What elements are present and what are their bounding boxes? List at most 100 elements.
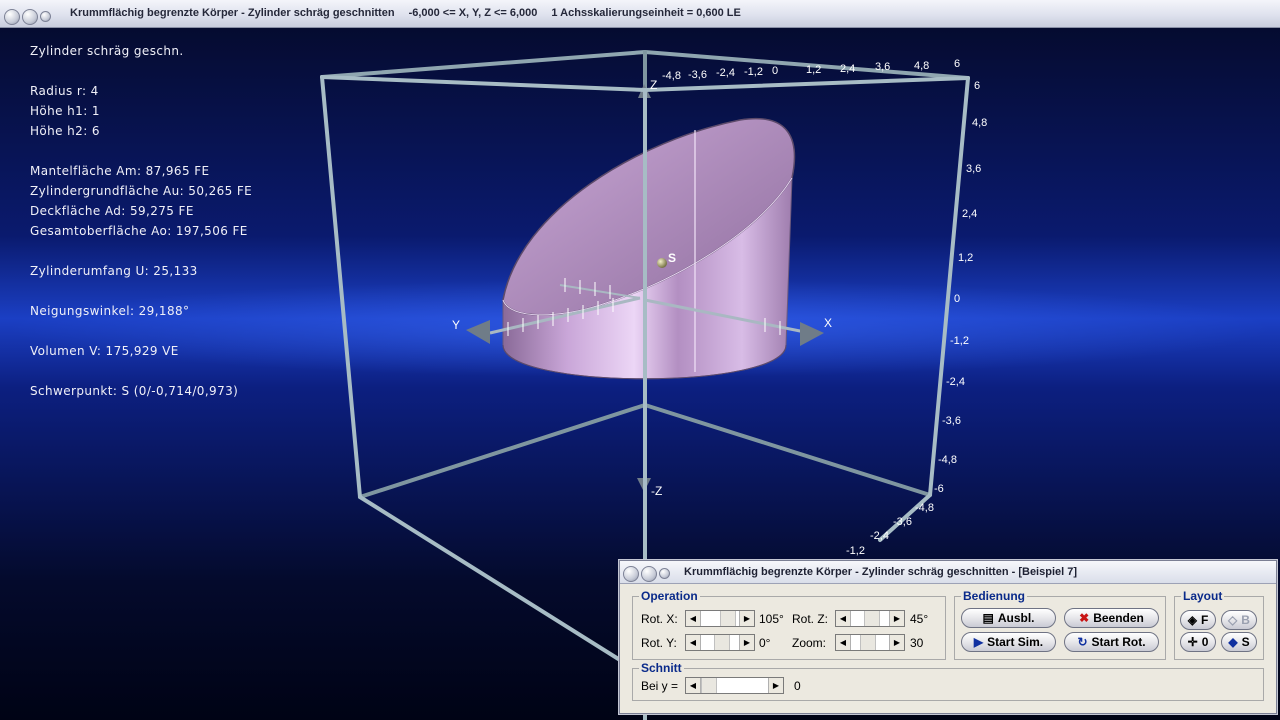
rot-z-slider[interactable]: ◀ ▶ (835, 610, 905, 627)
tick-label: -2,4 (870, 530, 889, 542)
control-dialog[interactable]: Krummflächig begrenzte Körper - Zylinder… (619, 560, 1277, 714)
tick-label: -1,2 (846, 545, 865, 557)
z-axis-label: Z (650, 78, 657, 92)
slider-thumb[interactable] (714, 635, 730, 650)
arrow-left-icon[interactable]: ◀ (686, 678, 701, 693)
hide-icon: ▤ (982, 611, 994, 625)
arrow-right-icon[interactable]: ▶ (889, 635, 904, 650)
slider-thumb[interactable] (864, 611, 880, 626)
rot-x-slider[interactable]: ◀ ▶ (685, 610, 755, 627)
info-gesamt: Gesamtoberfläche Ao: 197,506 FE (30, 224, 248, 238)
centroid-point (657, 258, 667, 268)
slider-thumb[interactable] (720, 611, 736, 626)
window-range: -6,000 <= X, Y, Z <= 6,000 (408, 7, 538, 19)
tick-label: -2,4 (946, 376, 965, 388)
dialog-minimize-icon[interactable] (641, 565, 657, 582)
tick-label: -1,2 (950, 335, 969, 347)
arrow-right-icon[interactable]: ▶ (739, 635, 754, 650)
info-neigung: Neigungswinkel: 29,188° (30, 304, 190, 318)
arrow-right-icon[interactable]: ▶ (768, 678, 783, 693)
schnitt-label: Bei y = (641, 679, 679, 693)
tick-label: -3,6 (942, 415, 961, 427)
rot-z-value: 45° (910, 612, 929, 626)
start-rot-button[interactable]: ↻ Start Rot. (1064, 632, 1159, 652)
arrow-left-icon[interactable]: ◀ (686, 635, 701, 650)
y-axis-arrow (466, 320, 490, 344)
tick-label: 1,2 (806, 64, 821, 76)
oblique-cylinder (502, 117, 796, 380)
tick-label: 1,2 (958, 252, 973, 264)
arrow-left-icon[interactable]: ◀ (686, 611, 701, 626)
layout-legend: Layout (1183, 589, 1223, 603)
dialog-maximize-icon[interactable] (659, 568, 670, 580)
fill-icon: ◈ (1187, 613, 1197, 627)
operation-legend: Operation (641, 589, 698, 603)
rot-y-label: Rot. Y: (641, 636, 677, 650)
schnitt-legend: Schnitt (641, 661, 682, 675)
tick-label: 0 (772, 65, 778, 77)
tick-label: 2,4 (840, 63, 855, 75)
arrow-right-icon[interactable]: ▶ (889, 611, 904, 626)
tick-label: 2,4 (962, 208, 977, 220)
info-heading: Zylinder schräg geschn. (30, 44, 184, 58)
layout-b-button[interactable]: ◇ B (1221, 610, 1257, 630)
slider-thumb[interactable] (701, 678, 717, 693)
window-titlebar[interactable]: Krummflächig begrenzte Körper - Zylinder… (0, 0, 1280, 28)
dialog-menu-icon[interactable] (623, 565, 639, 582)
tick-label: -4,8 (662, 70, 681, 82)
start-sim-button[interactable]: ▶ Start Sim. (961, 632, 1056, 652)
tick-label: 3,6 (966, 163, 981, 175)
arrow-right-icon[interactable]: ▶ (739, 611, 754, 626)
tick-label: -4,8 (938, 454, 957, 466)
layout-o-button[interactable]: ✛ 0 (1180, 632, 1216, 652)
window-controls (4, 6, 53, 25)
layout-f-button[interactable]: ◈ F (1180, 610, 1216, 630)
x-axis-label: X (824, 316, 832, 330)
play-icon: ▶ (973, 635, 984, 649)
tick-label: -3,6 (893, 516, 912, 528)
info-radius: Radius r: 4 (30, 84, 99, 98)
tick-label: 0 (954, 293, 960, 305)
brush-icon: ◇ (1228, 613, 1238, 627)
y-axis-label: Y (452, 318, 460, 332)
tick-label: -1,2 (744, 66, 763, 78)
rot-y-slider[interactable]: ◀ ▶ (685, 634, 755, 651)
zoom-slider[interactable]: ◀ ▶ (835, 634, 905, 651)
zoom-label: Zoom: (792, 636, 827, 650)
crosshair-icon: ✛ (1187, 635, 1198, 649)
tick-label: -6 (934, 483, 944, 495)
info-mantel: Mantelfläche Am: 87,965 FE (30, 164, 210, 178)
tick-label: 6 (974, 80, 980, 92)
close-icon: ✖ (1079, 611, 1090, 625)
bedienung-legend: Bedienung (963, 589, 1025, 603)
x-axis-arrow (800, 322, 824, 346)
rot-y-value: 0° (759, 636, 771, 650)
negz-axis-label: -Z (651, 484, 662, 498)
dialog-controls (623, 565, 672, 583)
dialog-titlebar[interactable]: Krummflächig begrenzte Körper - Zylinder… (620, 561, 1276, 584)
layout-s-button[interactable]: ◆ S (1221, 632, 1257, 652)
info-volumen: Volumen V: 175,929 VE (30, 344, 179, 358)
tick-label: 3,6 (875, 61, 890, 73)
hide-button[interactable]: ▤ Ausbl. (961, 608, 1056, 628)
window-scale: 1 Achsskalierungseinheit = 0,600 LE (551, 7, 741, 19)
tick-label: -2,4 (716, 67, 735, 79)
info-grund: Zylindergrundfläche Au: 50,265 FE (30, 184, 253, 198)
info-umfang: Zylinderumfang U: 25,133 (30, 264, 198, 278)
maximize-icon[interactable] (40, 11, 51, 22)
arrow-left-icon[interactable]: ◀ (836, 635, 851, 650)
rotate-icon: ↻ (1077, 635, 1088, 649)
tick-label: 4,8 (972, 117, 987, 129)
minimize-icon[interactable] (22, 8, 38, 25)
schnitt-y-slider[interactable]: ◀ ▶ (685, 677, 784, 694)
rot-x-value: 105° (759, 612, 784, 626)
info-h2: Höhe h2: 6 (30, 124, 100, 138)
exit-button[interactable]: ✖ Beenden (1064, 608, 1159, 628)
zoom-value: 30 (910, 636, 924, 650)
window-menu-icon[interactable] (4, 8, 20, 25)
tick-label: -4,8 (915, 502, 934, 514)
slider-thumb[interactable] (860, 635, 876, 650)
tick-label: 6 (954, 58, 960, 70)
rot-z-label: Rot. Z: (792, 612, 829, 626)
arrow-left-icon[interactable]: ◀ (836, 611, 851, 626)
